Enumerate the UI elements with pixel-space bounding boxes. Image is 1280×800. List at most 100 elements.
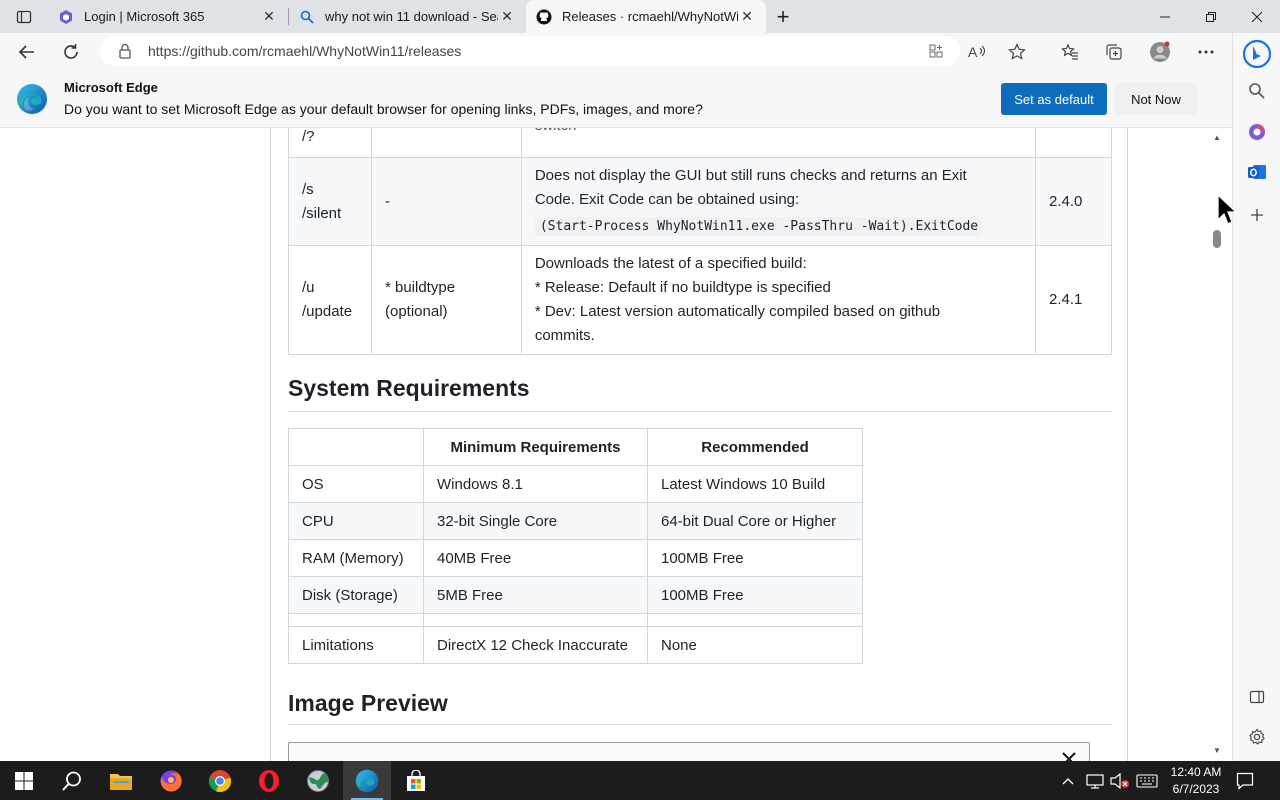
taskbar-clock[interactable]: 12:40 AM 6/7/2023 xyxy=(1162,764,1230,798)
scroll-up-icon[interactable]: ▲ xyxy=(1212,132,1222,142)
outlook-icon[interactable] xyxy=(1243,158,1271,186)
image-preview-heading: Image Preview xyxy=(288,690,448,716)
table-header-row: Minimum Requirements Recommended xyxy=(288,428,863,466)
chrome-icon[interactable] xyxy=(196,761,244,800)
favorites-icon[interactable] xyxy=(1056,38,1084,66)
command-line-args-table: /? switch /s /silent - Does not display … xyxy=(288,128,1112,355)
close-window-icon[interactable] xyxy=(1234,0,1280,33)
table-cell: Latest Windows 10 Build xyxy=(647,465,863,503)
taskbar-search-icon[interactable] xyxy=(48,761,96,800)
table-cell xyxy=(647,613,863,627)
table-cell: OS xyxy=(288,465,424,503)
sidebar-settings-gear-icon[interactable] xyxy=(1243,723,1271,751)
firefox-icon[interactable] xyxy=(147,761,195,800)
keyboard-icon[interactable] xyxy=(1136,761,1160,800)
search-icon[interactable] xyxy=(1243,77,1271,105)
table-cell: Downloads the latest of a specified buil… xyxy=(520,245,1037,355)
file-explorer-icon[interactable] xyxy=(97,761,145,800)
desc-line: Downloads the latest of a specified buil… xyxy=(534,255,807,272)
heading-divider xyxy=(288,724,1112,725)
close-tab-icon[interactable]: ✕ xyxy=(498,8,516,26)
table-cell: /? xyxy=(288,128,372,158)
url-text[interactable]: https://github.com/rcmaehl/WhyNotWin11/r… xyxy=(148,43,461,59)
close-tab-icon[interactable]: ✕ xyxy=(738,8,756,26)
exit-code-snippet: (Start-Process WhyNotWin11.exe -PassThru… xyxy=(534,217,984,236)
set-as-default-button[interactable]: Set as default xyxy=(1001,83,1107,115)
image-preview-frame[interactable] xyxy=(288,742,1090,761)
tab-actions-icon[interactable] xyxy=(8,6,40,28)
close-tab-icon[interactable]: ✕ xyxy=(260,8,278,26)
scroll-down-icon[interactable]: ▼ xyxy=(1212,745,1222,755)
edge-taskbar-icon[interactable] xyxy=(343,761,391,800)
table-row: /u /update * buildtype (optional) Downlo… xyxy=(288,245,1112,355)
table-cell xyxy=(288,613,424,627)
table-cell: CPU xyxy=(288,502,424,540)
system-requirements-heading: System Requirements xyxy=(288,375,530,401)
windows-start-icon[interactable] xyxy=(0,761,48,800)
scrollbar-thumb[interactable] xyxy=(1213,230,1221,248)
page-content: /? switch /s /silent - Does not display … xyxy=(0,128,1210,761)
edge-sidebar xyxy=(1232,33,1280,761)
restore-icon[interactable] xyxy=(1188,0,1234,33)
favorite-star-icon[interactable] xyxy=(1003,38,1031,66)
network-icon[interactable] xyxy=(1086,761,1106,800)
not-now-button[interactable]: Not Now xyxy=(1115,83,1197,115)
desc-line: * Dev: Latest version automatically comp… xyxy=(534,303,941,320)
table-cell: Limitations xyxy=(288,626,424,664)
table-cell: DirectX 12 Check Inaccurate xyxy=(423,626,648,664)
table-row: Disk (Storage) 5MB Free 100MB Free xyxy=(288,576,863,614)
column-header: Recommended xyxy=(647,428,863,466)
tab-search[interactable]: why not win 11 download - Sear ✕ xyxy=(289,0,526,33)
tab-microsoft-365[interactable]: Login | Microsoft 365 ✕ xyxy=(48,0,288,33)
mouse-cursor-icon xyxy=(1217,194,1237,225)
column-header: Minimum Requirements xyxy=(423,428,648,466)
arg-long: /update xyxy=(302,303,353,320)
tab-strip: Login | Microsoft 365 ✕ why not win 11 d… xyxy=(0,0,1280,33)
table-cell: /u /update xyxy=(288,245,372,355)
minimize-icon[interactable] xyxy=(1142,0,1188,33)
close-icon[interactable] xyxy=(1061,751,1077,761)
table-cell: 32-bit Single Core xyxy=(423,502,648,540)
settings-more-icon[interactable] xyxy=(1192,38,1220,66)
search-icon xyxy=(299,9,315,25)
github-icon xyxy=(536,9,552,25)
refresh-icon[interactable] xyxy=(56,37,86,67)
table-cell: 40MB Free xyxy=(423,539,648,577)
table-cell: RAM (Memory) xyxy=(288,539,424,577)
navigation-bar: https://github.com/rcmaehl/WhyNotWin11/r… xyxy=(0,33,1232,70)
desc-line: Code. Exit Code can be obtained using: xyxy=(534,191,800,208)
table-cell: 100MB Free xyxy=(647,576,863,614)
add-sidebar-app-icon[interactable] xyxy=(1243,201,1271,229)
arg-long: /silent xyxy=(302,204,342,222)
back-icon[interactable] xyxy=(12,37,42,67)
tab-title: Releases · rcmaehl/WhyNotWin1 xyxy=(562,9,738,24)
profile-icon[interactable] xyxy=(1146,38,1174,66)
table-cell: 5MB Free xyxy=(423,576,648,614)
office-icon[interactable] xyxy=(1243,118,1271,146)
collections-icon[interactable] xyxy=(1100,38,1128,66)
release-notes-pane: /? switch /s /silent - Does not display … xyxy=(270,128,1128,761)
lock-icon[interactable] xyxy=(118,43,134,59)
default-browser-banner: Microsoft Edge Do you want to set Micros… xyxy=(0,70,1232,128)
app-available-icon[interactable] xyxy=(927,42,945,60)
hide-sidebar-icon[interactable] xyxy=(1243,683,1271,711)
volume-muted-icon[interactable] xyxy=(1110,761,1132,800)
show-hidden-icons-chevron-icon[interactable] xyxy=(1062,761,1078,800)
bing-chat-icon[interactable] xyxy=(1239,36,1275,72)
address-bar[interactable]: https://github.com/rcmaehl/WhyNotWin11/r… xyxy=(100,36,960,66)
network-globe-icon[interactable] xyxy=(294,761,342,800)
table-row: CPU 32-bit Single Core 64-bit Dual Core … xyxy=(288,502,863,540)
arg-short: /s xyxy=(302,180,314,198)
m365-icon xyxy=(58,9,74,25)
opera-icon[interactable] xyxy=(245,761,293,800)
banner-title: Microsoft Edge xyxy=(64,80,158,95)
table-cell: switch xyxy=(520,128,1037,158)
store-icon[interactable] xyxy=(392,761,440,800)
read-aloud-icon[interactable]: A xyxy=(963,38,991,66)
notifications-icon[interactable] xyxy=(1236,761,1260,800)
banner-message: Do you want to set Microsoft Edge as you… xyxy=(64,101,703,117)
tab-github-releases[interactable]: Releases · rcmaehl/WhyNotWin1 ✕ xyxy=(526,0,766,33)
table-cell: Does not display the GUI but still runs … xyxy=(520,157,1037,246)
arg-short: /u xyxy=(302,279,315,296)
new-tab-icon[interactable]: + xyxy=(771,4,795,29)
